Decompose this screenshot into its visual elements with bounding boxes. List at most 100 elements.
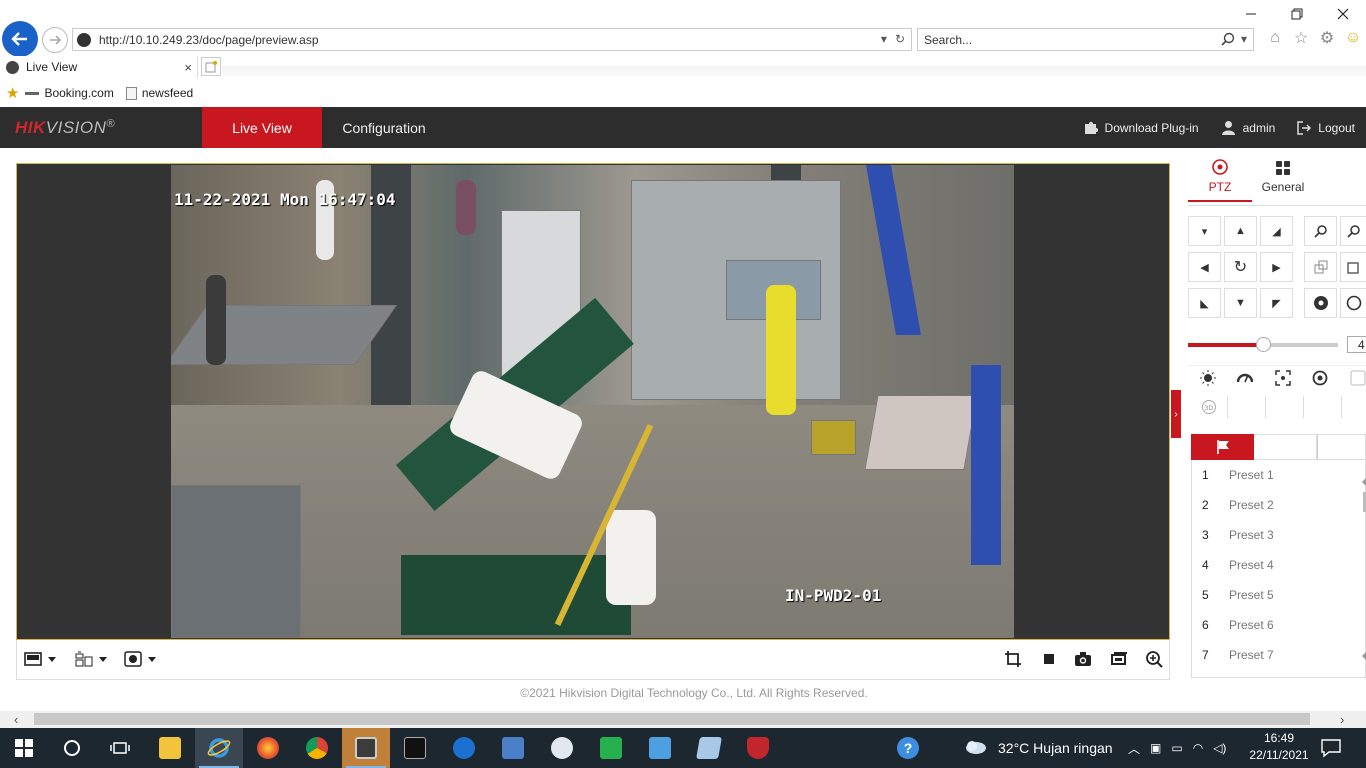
star-icon[interactable]: ☆: [1292, 29, 1310, 47]
vpn-client-icon[interactable]: [440, 728, 488, 768]
internet-explorer-icon[interactable]: [195, 728, 243, 768]
zoom-in-button[interactable]: [1340, 216, 1366, 246]
focus-near-button[interactable]: [1304, 252, 1337, 282]
zoom-out-button[interactable]: [1304, 216, 1337, 246]
lens-init-button[interactable]: [1302, 366, 1338, 390]
tab-pattern[interactable]: [1317, 434, 1366, 460]
ptz-auto-button[interactable]: ↻: [1224, 252, 1257, 282]
search-input[interactable]: Search... ▾: [917, 28, 1254, 51]
tab-live-view[interactable]: Live View ×: [0, 56, 198, 78]
taskbar-clock[interactable]: 16:49 22/11/2021: [1248, 730, 1310, 764]
tab-general[interactable]: General: [1252, 152, 1314, 202]
url-text[interactable]: http://10.10.249.23/doc/page/preview.asp: [99, 33, 319, 47]
contact-card-icon[interactable]: [636, 728, 684, 768]
minimize-button[interactable]: [1228, 0, 1274, 28]
address-bar[interactable]: http://10.10.249.23/doc/page/preview.asp…: [72, 28, 912, 51]
stream-type-button[interactable]: [75, 650, 107, 668]
ptz-up-button[interactable]: ▲: [1224, 216, 1257, 246]
weather-widget[interactable]: 32°C Hujan ringan: [964, 728, 1113, 768]
scrollbar-thumb[interactable]: [34, 713, 1310, 725]
favorite-newsfeed[interactable]: newsfeed: [125, 86, 193, 100]
firefox-icon[interactable]: [244, 728, 292, 768]
ptz-speed-value[interactable]: 4: [1347, 336, 1366, 353]
ptz-extra-2[interactable]: [1266, 396, 1304, 418]
help-icon[interactable]: ?: [884, 728, 932, 768]
ptz-right-button[interactable]: ▶: [1260, 252, 1293, 282]
focus-far-button[interactable]: [1340, 252, 1366, 282]
tab-ptz[interactable]: PTZ: [1188, 152, 1252, 202]
ptz-left-button[interactable]: ◀: [1188, 252, 1221, 282]
window-layout-button[interactable]: [24, 650, 56, 668]
chrome-icon[interactable]: [293, 728, 341, 768]
download-plugin-link[interactable]: Download Plug-in: [1083, 120, 1199, 135]
preset-row[interactable]: 7 Preset 7: [1192, 640, 1362, 670]
3d-positioning-button[interactable]: 3D: [1190, 396, 1228, 418]
tab-patrol[interactable]: [1254, 434, 1317, 460]
tab-preset[interactable]: [1191, 434, 1254, 460]
preset-row[interactable]: 3 Preset 3: [1192, 520, 1362, 550]
light-button[interactable]: [1190, 366, 1226, 390]
close-tab-icon[interactable]: ×: [184, 60, 192, 75]
stop-live-button[interactable]: [1042, 650, 1056, 668]
security-app-icon[interactable]: [734, 728, 782, 768]
search-icon[interactable]: [1221, 32, 1235, 46]
scroll-left-icon[interactable]: ‹: [14, 712, 18, 727]
nav-live-view[interactable]: Live View: [202, 107, 322, 148]
dropdown-icon[interactable]: ▾: [1241, 32, 1247, 46]
smiley-icon[interactable]: ☺: [1344, 29, 1362, 47]
cortana-button[interactable]: [48, 728, 96, 768]
gear-icon[interactable]: ⚙: [1318, 29, 1336, 47]
manual-track-button[interactable]: [1340, 366, 1366, 390]
iris-open-button[interactable]: [1304, 288, 1337, 318]
restore-button[interactable]: [1274, 0, 1320, 28]
back-button[interactable]: [2, 21, 38, 57]
ptz-extra-3[interactable]: [1304, 396, 1342, 418]
close-window-button[interactable]: [1320, 0, 1366, 28]
wifi-icon[interactable]: ◠: [1193, 741, 1203, 755]
meet-now-icon[interactable]: ▣: [1150, 741, 1161, 755]
plugin-button[interactable]: [124, 650, 156, 668]
chevron-up-icon[interactable]: ︿: [1128, 740, 1140, 757]
favorite-booking[interactable]: Booking.com: [25, 86, 114, 100]
scroll-right-icon[interactable]: ›: [1340, 712, 1344, 727]
logout-link[interactable]: Logout: [1297, 121, 1355, 135]
volume-icon[interactable]: ◁): [1213, 741, 1226, 755]
nav-configuration[interactable]: Configuration: [322, 107, 446, 148]
auxiliary-focus-button[interactable]: [1265, 366, 1301, 390]
task-view-button[interactable]: [96, 728, 144, 768]
user-menu[interactable]: admin: [1221, 120, 1275, 135]
remote-app-icon[interactable]: [538, 728, 586, 768]
dropdown-icon[interactable]: ▾: [881, 32, 887, 46]
digital-zoom-button[interactable]: [1145, 650, 1163, 668]
ptz-down-right-button[interactable]: ◤: [1260, 288, 1293, 318]
collapse-panel-button[interactable]: ›: [1171, 390, 1181, 438]
terminal-icon[interactable]: [391, 728, 439, 768]
start-button[interactable]: [0, 728, 48, 768]
ptz-speed-handle[interactable]: [1256, 337, 1271, 352]
ptz-up-left-button[interactable]: ▾: [1188, 216, 1221, 246]
capture-button[interactable]: [1074, 650, 1092, 668]
iris-close-button[interactable]: [1340, 288, 1366, 318]
network-app-icon[interactable]: [342, 728, 390, 768]
preset-row[interactable]: 2 Preset 2: [1192, 490, 1362, 520]
preset-row[interactable]: 6 Preset 6: [1192, 610, 1362, 640]
preset-row[interactable]: 5 Preset 5: [1192, 580, 1362, 610]
notepad-icon[interactable]: [685, 728, 733, 768]
record-button[interactable]: [1110, 650, 1128, 668]
preset-row[interactable]: 1 Preset 1: [1192, 460, 1362, 490]
wiper-button[interactable]: [1227, 366, 1263, 390]
file-explorer-icon[interactable]: [146, 728, 194, 768]
forward-button[interactable]: [42, 27, 68, 53]
preset-scrollbar[interactable]: [1362, 470, 1366, 670]
ptz-down-button[interactable]: ▼: [1224, 288, 1257, 318]
notification-center-icon[interactable]: [1320, 738, 1346, 760]
ptz-up-right-button[interactable]: ◢: [1260, 216, 1293, 246]
crop-button[interactable]: [1004, 650, 1022, 668]
spreadsheet-app-icon[interactable]: [587, 728, 635, 768]
battery-icon[interactable]: ▭: [1171, 741, 1182, 755]
ptz-down-left-button[interactable]: ◣: [1188, 288, 1221, 318]
ptz-extra-1[interactable]: [1228, 396, 1266, 418]
home-icon[interactable]: ⌂: [1266, 29, 1284, 47]
network-monitor-icon[interactable]: [489, 728, 537, 768]
favorites-star-icon[interactable]: ★: [6, 84, 19, 102]
